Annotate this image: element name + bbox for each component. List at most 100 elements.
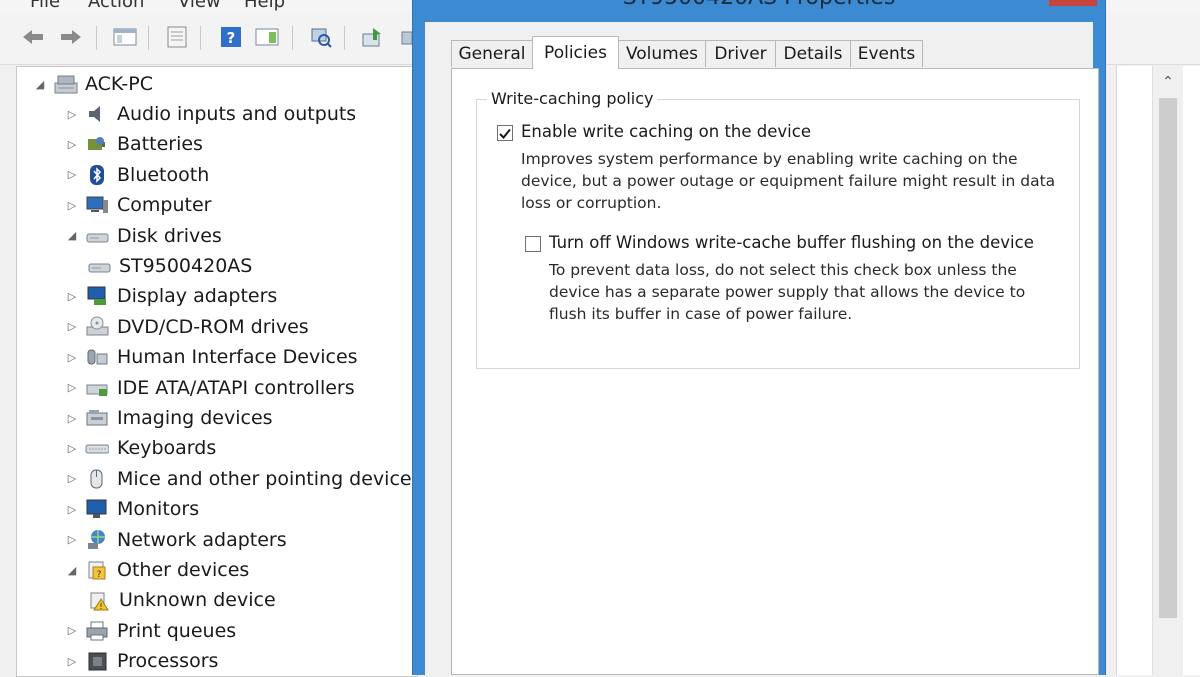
action-pane-icon bbox=[255, 28, 279, 46]
tree-category-item[interactable]: ▷ Processors bbox=[63, 646, 219, 676]
vertical-scrollbar[interactable]: ⌃ bbox=[1152, 66, 1183, 675]
menu-help[interactable]: Help bbox=[244, 0, 285, 12]
expand-arrow-icon[interactable]: ▷ bbox=[63, 135, 81, 153]
toolbar-separator bbox=[200, 26, 201, 50]
dvd-drive-icon bbox=[85, 316, 109, 338]
tree-item-label: Processors bbox=[117, 650, 219, 673]
computer-root-icon bbox=[53, 73, 78, 95]
toolbar-separator bbox=[292, 26, 293, 50]
tree-category-item[interactable]: ▷ Network adapters bbox=[63, 525, 287, 555]
expand-arrow-icon[interactable]: ▷ bbox=[63, 409, 81, 427]
expand-arrow-icon[interactable]: ▷ bbox=[63, 500, 81, 518]
collapse-arrow-icon[interactable]: ◢ bbox=[63, 227, 81, 245]
enable-write-caching-checkbox[interactable] bbox=[497, 125, 513, 141]
tab-general[interactable]: General bbox=[451, 40, 533, 67]
tree-category-item[interactable]: ◢ Disk drives bbox=[63, 221, 222, 251]
back-button[interactable] bbox=[20, 24, 46, 50]
action-pane-button[interactable] bbox=[254, 24, 280, 50]
expand-arrow-icon[interactable]: ▷ bbox=[63, 470, 81, 488]
tree-category-item[interactable]: ▷ Batteries bbox=[63, 129, 203, 159]
collapse-arrow-icon[interactable]: ◢ bbox=[63, 561, 81, 579]
tree-category-item[interactable]: ▷ Audio inputs and outputs bbox=[63, 99, 356, 129]
expand-arrow-icon[interactable]: ▷ bbox=[63, 105, 81, 123]
tree-category-item[interactable]: ◢? Other devices bbox=[63, 555, 250, 585]
tree-category-item[interactable]: ▷ Monitors bbox=[63, 494, 199, 524]
tree-category-item[interactable]: ▷ Bluetooth bbox=[63, 160, 209, 190]
menu-view[interactable]: View bbox=[178, 0, 221, 12]
battery-icon bbox=[85, 133, 109, 155]
collapse-arrow-icon[interactable]: ◢ bbox=[31, 75, 49, 93]
update-driver-icon bbox=[362, 28, 381, 47]
display-adapter-icon bbox=[85, 285, 109, 307]
other-devices-icon: ? bbox=[85, 559, 109, 581]
expand-arrow-icon[interactable]: ▷ bbox=[63, 531, 81, 549]
description-line: device has a separate power supply that … bbox=[549, 283, 1026, 301]
write-caching-group: Write-caching policy Enable write cachin… bbox=[476, 89, 1080, 369]
toolbar-separator bbox=[96, 26, 97, 50]
turn-off-buffer-flushing-description: To prevent data loss, do not select this… bbox=[549, 259, 1025, 325]
menu-action[interactable]: Action bbox=[88, 0, 144, 12]
expand-arrow-icon[interactable]: ▷ bbox=[63, 287, 81, 305]
expand-arrow-icon[interactable]: ▷ bbox=[63, 652, 81, 670]
scan-hardware-button[interactable] bbox=[308, 24, 334, 50]
enable-write-caching-label[interactable]: Enable write caching on the device bbox=[521, 122, 811, 141]
tab-policies[interactable]: Policies bbox=[532, 36, 619, 69]
tab-volumes[interactable]: Volumes bbox=[618, 40, 706, 67]
imaging-device-icon bbox=[85, 407, 109, 429]
help-toolbar-button[interactable]: ? bbox=[218, 24, 244, 50]
scan-hardware-icon bbox=[311, 28, 332, 48]
tree-item-label: Print queues bbox=[117, 619, 237, 642]
disk-drive-icon bbox=[87, 255, 111, 277]
tree-root[interactable]: ◢ ACK-PC bbox=[31, 69, 153, 99]
tree-category-item[interactable]: ▷ IDE ATA/ATAPI controllers bbox=[63, 373, 355, 403]
hid-icon bbox=[85, 346, 109, 368]
expand-arrow-icon[interactable]: ▷ bbox=[63, 318, 81, 336]
menu-file[interactable]: File bbox=[30, 0, 60, 12]
tree-category-item[interactable]: ▷ Imaging devices bbox=[63, 403, 273, 433]
tree-category-item[interactable]: ▷ Print queues bbox=[63, 616, 236, 646]
tree-item-label: Imaging devices bbox=[117, 407, 273, 429]
expand-arrow-icon[interactable]: ▷ bbox=[63, 166, 81, 184]
tree-item-label: Unknown device bbox=[119, 589, 276, 612]
forward-arrow-icon bbox=[61, 30, 81, 44]
tab-driver[interactable]: Driver bbox=[705, 40, 776, 67]
tree-category-item[interactable]: ▷ Keyboards bbox=[63, 433, 216, 463]
update-driver-button[interactable] bbox=[360, 24, 386, 50]
tree-category-item[interactable]: ▷ Mice and other pointing devices bbox=[63, 464, 418, 494]
forward-button[interactable] bbox=[58, 24, 84, 50]
turn-off-buffer-flushing-label[interactable]: Turn off Windows write-cache buffer flus… bbox=[549, 233, 1034, 252]
tree-category-item[interactable]: ▷ DVD/CD-ROM drives bbox=[63, 312, 309, 342]
properties-toolbar-button[interactable] bbox=[164, 24, 190, 50]
expand-arrow-icon[interactable]: ▷ bbox=[63, 196, 81, 214]
tree-device-item[interactable]: ST9500420AS bbox=[83, 251, 252, 281]
tab-details[interactable]: Details bbox=[775, 40, 851, 67]
tree-item-label: Mice and other pointing devices bbox=[117, 467, 418, 490]
tab-events[interactable]: Events bbox=[850, 40, 923, 67]
expand-arrow-icon[interactable]: ▷ bbox=[63, 439, 81, 457]
enable-write-caching-description: Improves system performance by enabling … bbox=[521, 148, 1055, 214]
turn-off-buffer-flushing-checkbox[interactable] bbox=[525, 236, 541, 252]
processor-icon bbox=[85, 650, 109, 672]
tree-item-label: Disk drives bbox=[117, 224, 222, 247]
tree-device-item[interactable]: ! Unknown device bbox=[83, 585, 276, 615]
tree-item-label: Network adapters bbox=[117, 528, 287, 551]
bluetooth-icon bbox=[85, 164, 109, 186]
scroll-thumb[interactable] bbox=[1159, 98, 1177, 618]
tree-category-item[interactable]: ▷ Human Interface Devices bbox=[63, 342, 358, 372]
ide-controller-icon bbox=[85, 377, 109, 399]
expand-arrow-icon[interactable]: ▷ bbox=[63, 622, 81, 640]
tree-category-item[interactable]: ▷ Computer bbox=[63, 190, 212, 220]
printer-icon bbox=[85, 620, 109, 642]
show-hide-console-tree-button[interactable] bbox=[112, 24, 138, 50]
dialog-close-button[interactable] bbox=[1049, 0, 1097, 6]
description-line: Improves system performance by enabling … bbox=[521, 150, 1018, 168]
scroll-up-arrow-icon[interactable]: ⌃ bbox=[1153, 66, 1183, 98]
help-icon: ? bbox=[221, 27, 241, 47]
expand-arrow-icon[interactable]: ▷ bbox=[63, 379, 81, 397]
group-title: Write-caching policy bbox=[487, 89, 658, 108]
description-line: flush its buffer in case of power failur… bbox=[549, 305, 853, 323]
expand-arrow-icon[interactable]: ▷ bbox=[63, 348, 81, 366]
description-line: To prevent data loss, do not select this… bbox=[549, 261, 1017, 279]
tree-category-item[interactable]: ▷ Display adapters bbox=[63, 281, 278, 311]
svg-text:!: ! bbox=[99, 602, 102, 611]
